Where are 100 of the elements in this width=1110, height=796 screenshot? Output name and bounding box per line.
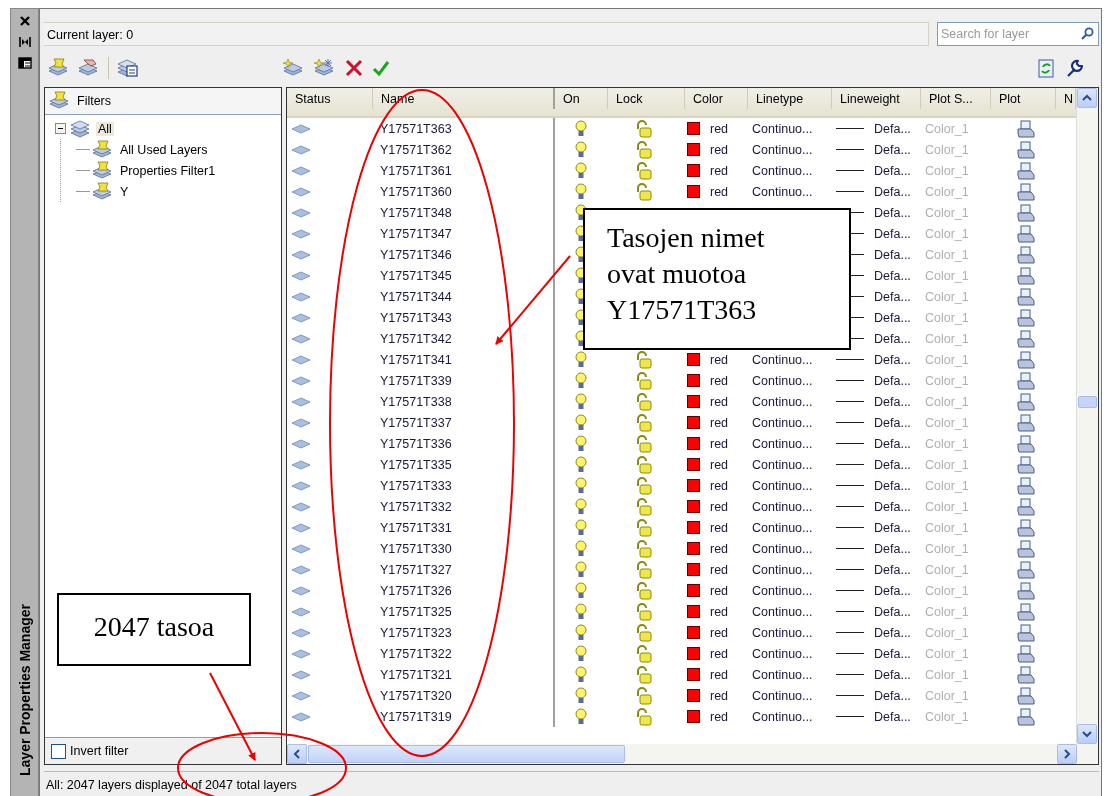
color-name[interactable]: red [710, 436, 729, 451]
color-name[interactable]: red [710, 163, 729, 178]
printer-icon[interactable] [1017, 623, 1035, 642]
printer-icon[interactable] [1017, 266, 1035, 285]
lineweight-value[interactable]: Defa... [874, 520, 911, 535]
unlocked-icon[interactable] [636, 581, 652, 600]
printer-icon[interactable] [1017, 539, 1035, 558]
lineweight-value[interactable]: Defa... [874, 583, 911, 598]
color-swatch[interactable] [687, 164, 700, 177]
layer-name[interactable]: Y17571T342 [380, 331, 452, 346]
linetype-name[interactable]: Continuo... [752, 436, 813, 451]
lineweight-value[interactable]: Defa... [874, 688, 911, 703]
new-layer-frozen-icon[interactable] [314, 58, 336, 78]
linetype-name[interactable]: Continuo... [752, 373, 813, 388]
vertical-scrollbar[interactable] [1076, 88, 1098, 744]
unlocked-icon[interactable] [636, 686, 652, 705]
filter-item[interactable]: All [96, 121, 114, 136]
color-name[interactable]: red [710, 373, 729, 388]
unlocked-icon[interactable] [636, 539, 652, 558]
layer-states-icon[interactable] [117, 58, 139, 78]
printer-icon[interactable] [1017, 308, 1035, 327]
linetype-name[interactable]: Continuo... [752, 142, 813, 157]
linetype-name[interactable]: Continuo... [752, 499, 813, 514]
printer-icon[interactable] [1017, 224, 1035, 243]
printer-icon[interactable] [1017, 203, 1035, 222]
unlocked-icon[interactable] [636, 119, 652, 138]
color-swatch[interactable] [687, 479, 700, 492]
lineweight-value[interactable]: Defa... [874, 163, 911, 178]
linetype-name[interactable]: Continuo... [752, 688, 813, 703]
auto-hide-icon[interactable] [18, 36, 31, 48]
lineweight-value[interactable]: Defa... [874, 625, 911, 640]
color-swatch[interactable] [687, 605, 700, 618]
column-header[interactable]: Plot S... [921, 88, 991, 109]
printer-icon[interactable] [1017, 455, 1035, 474]
linetype-name[interactable]: Continuo... [752, 121, 813, 136]
layer-name[interactable]: Y17571T322 [380, 646, 452, 661]
close-icon[interactable] [18, 15, 31, 27]
filter-item[interactable]: Y [118, 184, 131, 199]
linetype-name[interactable]: Continuo... [752, 415, 813, 430]
lineweight-value[interactable]: Defa... [874, 226, 911, 241]
lineweight-value[interactable]: Defa... [874, 268, 911, 283]
color-name[interactable]: red [710, 478, 729, 493]
linetype-name[interactable]: Continuo... [752, 520, 813, 535]
unlocked-icon[interactable] [636, 371, 652, 390]
color-swatch[interactable] [687, 563, 700, 576]
printer-icon[interactable] [1017, 329, 1035, 348]
color-swatch[interactable] [687, 521, 700, 534]
color-name[interactable]: red [710, 499, 729, 514]
layer-name[interactable]: Y17571T332 [380, 499, 452, 514]
color-name[interactable]: red [710, 457, 729, 472]
lineweight-value[interactable]: Defa... [874, 205, 911, 220]
color-name[interactable]: red [710, 646, 729, 661]
layer-name[interactable]: Y17571T331 [380, 520, 452, 535]
column-header[interactable]: Plot [991, 88, 1056, 109]
color-swatch[interactable] [687, 437, 700, 450]
linetype-name[interactable]: Continuo... [752, 352, 813, 367]
lineweight-value[interactable]: Defa... [874, 562, 911, 577]
color-name[interactable]: red [710, 583, 729, 598]
printer-icon[interactable] [1017, 707, 1035, 726]
new-layer-icon[interactable] [283, 58, 305, 78]
lineweight-value[interactable]: Defa... [874, 646, 911, 661]
layer-name[interactable]: Y17571T338 [380, 394, 452, 409]
color-name[interactable]: red [710, 541, 729, 556]
scroll-down-button[interactable] [1077, 724, 1097, 744]
linetype-name[interactable]: Continuo... [752, 625, 813, 640]
printer-icon[interactable] [1017, 602, 1035, 621]
printer-icon[interactable] [1017, 665, 1035, 684]
search-field[interactable]: Search for layer [937, 22, 1099, 46]
lineweight-value[interactable]: Defa... [874, 478, 911, 493]
scroll-thumb[interactable] [1078, 396, 1097, 408]
printer-icon[interactable] [1017, 560, 1035, 579]
color-swatch[interactable] [687, 710, 700, 723]
layer-name[interactable]: Y17571T323 [380, 625, 452, 640]
layer-name[interactable]: Y17571T360 [380, 184, 452, 199]
column-header[interactable]: Linetype [748, 88, 832, 109]
color-name[interactable]: red [710, 625, 729, 640]
color-swatch[interactable] [687, 353, 700, 366]
printer-icon[interactable] [1017, 686, 1035, 705]
linetype-name[interactable]: Continuo... [752, 394, 813, 409]
layer-name[interactable]: Y17571T361 [380, 163, 452, 178]
lineweight-value[interactable]: Defa... [874, 415, 911, 430]
unlocked-icon[interactable] [636, 140, 652, 159]
printer-icon[interactable] [1017, 350, 1035, 369]
printer-icon[interactable] [1017, 119, 1035, 138]
unlocked-icon[interactable] [636, 182, 652, 201]
search-icon[interactable] [1080, 27, 1094, 41]
color-swatch[interactable] [687, 626, 700, 639]
new-filter-icon[interactable] [48, 58, 70, 78]
linetype-name[interactable]: Continuo... [752, 541, 813, 556]
layer-name[interactable]: Y17571T343 [380, 310, 452, 325]
printer-icon[interactable] [1017, 371, 1035, 390]
color-swatch[interactable] [687, 374, 700, 387]
layer-name[interactable]: Y17571T347 [380, 226, 452, 241]
layer-name[interactable]: Y17571T346 [380, 247, 452, 262]
refresh-icon[interactable] [1037, 58, 1055, 78]
lineweight-value[interactable]: Defa... [874, 457, 911, 472]
color-swatch[interactable] [687, 122, 700, 135]
layer-name[interactable]: Y17571T333 [380, 478, 452, 493]
invert-filter-label[interactable]: Invert filter [70, 744, 129, 758]
expander-icon[interactable] [55, 123, 66, 134]
